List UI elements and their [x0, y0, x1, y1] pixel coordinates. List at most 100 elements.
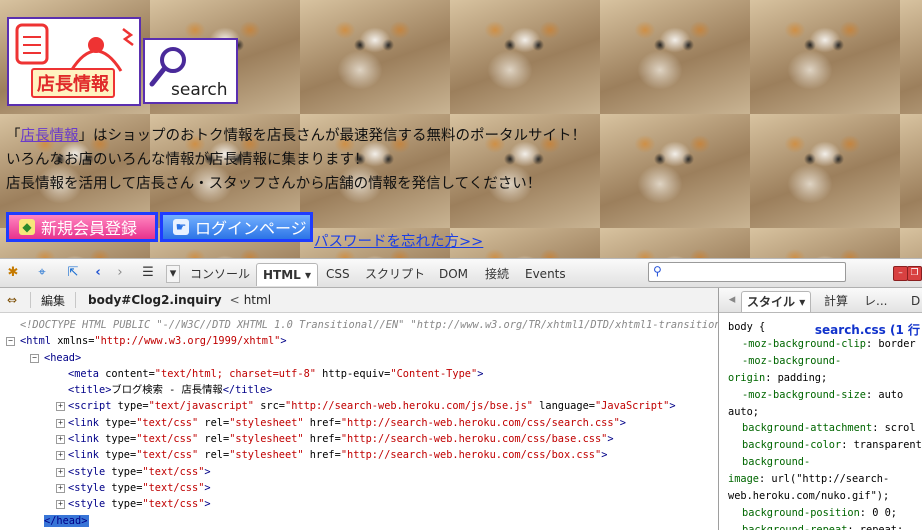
tag-bracket: >: [280, 335, 287, 348]
tab-dom-side[interactable]: D: [906, 291, 922, 311]
tag-bracket: >: [204, 465, 211, 478]
html-node-line[interactable]: + <style type="text/css">: [0, 496, 718, 512]
tag-bracket: >: [619, 416, 626, 429]
tenchou-link[interactable]: 店長情報: [21, 128, 79, 144]
html-node-line[interactable]: − <head>: [0, 350, 718, 366]
breadcrumb-separator: <: [229, 293, 240, 307]
pointing-hand-icon: ☛: [173, 219, 189, 235]
css-prop-value: : transparent: [841, 439, 922, 452]
back-icon[interactable]: ‹: [89, 265, 107, 281]
html-node-line[interactable]: <meta content="text/html; charset=utf-8"…: [0, 366, 718, 382]
register-button[interactable]: ◆ 新規会員登録: [6, 212, 158, 242]
html-node-line[interactable]: + <script type="text/javascript" src="htt…: [0, 398, 718, 414]
beginner-mark-icon: ◆: [19, 219, 35, 235]
expand-icon[interactable]: +: [56, 467, 65, 477]
css-property[interactable]: -moz-background-origin: padding;: [728, 353, 922, 387]
inspect-icon[interactable]: ⌖: [33, 265, 51, 281]
tab-net[interactable]: 接続: [479, 263, 515, 285]
css-prop-name: background-: [742, 456, 811, 469]
attr-value: "JavaScript": [594, 400, 670, 413]
intro-line-2: いろんなお店のいろんな情報が店長情報に集まります！: [6, 152, 369, 168]
tab-computed[interactable]: 計算: [819, 291, 853, 311]
tag-bracket: >: [75, 351, 82, 364]
forgot-password-link[interactable]: パスワードを忘れた方>>: [314, 230, 483, 251]
html-node-line[interactable]: </head>: [0, 513, 718, 529]
intro-line-1: 「店長情報」はショップのおトク情報を店長さんが最速発信する無料のポータルサイト！: [6, 124, 586, 148]
attr-value: "http://search-web.heroku.com/css/base.c…: [340, 433, 608, 446]
html-node-line[interactable]: <title>ブログ検索 - 店長情報</title>: [0, 382, 718, 398]
css-prop-name: background-repeat: [742, 523, 848, 530]
breadcrumb: ⇔ 編集 body#Clog2.inquiry < html: [0, 288, 718, 313]
css-property[interactable]: background-attachment: scrol: [728, 420, 922, 437]
inspect-element-icon[interactable]: ⇱: [64, 265, 82, 281]
chevron-down-icon[interactable]: ▾: [166, 265, 180, 283]
css-prop-value: : repeat;: [847, 523, 904, 530]
css-property[interactable]: background-image: url("http://search-web…: [728, 454, 922, 505]
tab-events[interactable]: Events: [519, 263, 572, 285]
css-property[interactable]: background-color: transparent: [728, 437, 922, 454]
minimize-icon[interactable]: –: [893, 266, 908, 281]
html-node-line[interactable]: + <style type="text/css">: [0, 464, 718, 480]
expand-icon[interactable]: +: [56, 483, 65, 493]
expand-icon[interactable]: +: [56, 402, 65, 412]
css-property[interactable]: -moz-background-size: auto auto;: [728, 387, 922, 421]
search-logo[interactable]: search: [143, 38, 238, 104]
tab-html[interactable]: HTML ▾: [256, 263, 319, 286]
css-prop-value: auto;: [728, 405, 759, 418]
chevron-left-icon[interactable]: ◂: [723, 292, 741, 308]
html-node-line[interactable]: + <style type="text/css">: [0, 480, 718, 496]
firebug-icon[interactable]: ✱: [4, 265, 22, 281]
css-property[interactable]: background-repeat: repeat;: [728, 522, 922, 530]
css-property[interactable]: background-position: 0 0;: [728, 505, 922, 522]
css-prop-name: -moz-background-clip: [742, 337, 866, 350]
edit-button[interactable]: 編集: [37, 292, 69, 309]
html-node-line[interactable]: + <link type="text/css" rel="stylesheet" …: [0, 431, 718, 447]
html-node-line[interactable]: + <link type="text/css" rel="stylesheet" …: [0, 415, 718, 431]
css-prop-value: : auto: [866, 388, 904, 401]
edit-mode-icon[interactable]: ⇔: [0, 293, 24, 307]
attr-name: content=: [99, 367, 155, 380]
register-button-label: 新規会員登録: [41, 219, 138, 238]
css-rules: body { search.css (1 行 -moz-background-c…: [719, 313, 922, 530]
tab-layout[interactable]: レ...: [859, 291, 892, 311]
attr-name: type=: [105, 498, 143, 511]
tag-bracket: >: [669, 400, 676, 413]
css-prop-value: : 0 0;: [859, 506, 897, 519]
tab-dom[interactable]: DOM: [433, 263, 474, 285]
breadcrumb-parent[interactable]: html: [244, 293, 271, 307]
tab-script[interactable]: スクリプト: [359, 263, 431, 285]
tag-name: <script: [68, 400, 112, 413]
attr-name: href=: [303, 449, 341, 462]
firebug-search-box[interactable]: ⚲: [648, 262, 846, 282]
tab-console[interactable]: コンソール: [184, 263, 256, 285]
tenchou-logo[interactable]: 店長情報: [7, 17, 141, 106]
intro-line-3: 店長情報を活用して店長さん・スタッフさんから店舗の情報を発信してください！: [6, 176, 542, 192]
html-node-line[interactable]: + <link type="text/css" rel="stylesheet" …: [0, 447, 718, 463]
attr-value: "http://search-web.heroku.com/js/bse.js": [285, 400, 533, 413]
tag-name: <link: [68, 449, 99, 462]
detach-icon[interactable]: ❐: [907, 266, 922, 281]
expand-icon[interactable]: +: [56, 451, 65, 461]
tab-style[interactable]: スタイル ▾: [741, 291, 812, 312]
expand-icon[interactable]: +: [56, 435, 65, 445]
collapse-icon[interactable]: −: [6, 337, 15, 347]
html-node-line[interactable]: <!DOCTYPE HTML PUBLIC "-//W3C//DTD XHTML…: [0, 317, 718, 333]
login-button[interactable]: ☛ ログインページ: [160, 212, 313, 242]
attr-value: "text/html; charset=utf-8": [154, 367, 316, 380]
tag-name: <link: [68, 416, 99, 429]
menu-icon[interactable]: ☰: [139, 265, 157, 281]
selected-node[interactable]: </head>: [44, 514, 90, 527]
html-node-line[interactable]: − <html xmlns="http://www.w3.org/1999/xht…: [0, 333, 718, 349]
attr-value: "text/css": [142, 465, 205, 478]
forward-icon[interactable]: ›: [111, 265, 129, 281]
collapse-icon[interactable]: −: [30, 353, 39, 363]
css-source-link[interactable]: search.css (1 行: [815, 322, 920, 339]
expand-icon[interactable]: +: [56, 418, 65, 428]
tag-bracket: >: [477, 367, 484, 380]
tab-css[interactable]: CSS: [320, 263, 356, 285]
expand-icon[interactable]: +: [56, 500, 65, 510]
breadcrumb-current[interactable]: body#Clog2.inquiry: [82, 293, 226, 307]
attr-name: rel=: [198, 449, 230, 462]
tag-name: <link: [68, 433, 99, 446]
attr-name: rel=: [198, 433, 230, 446]
